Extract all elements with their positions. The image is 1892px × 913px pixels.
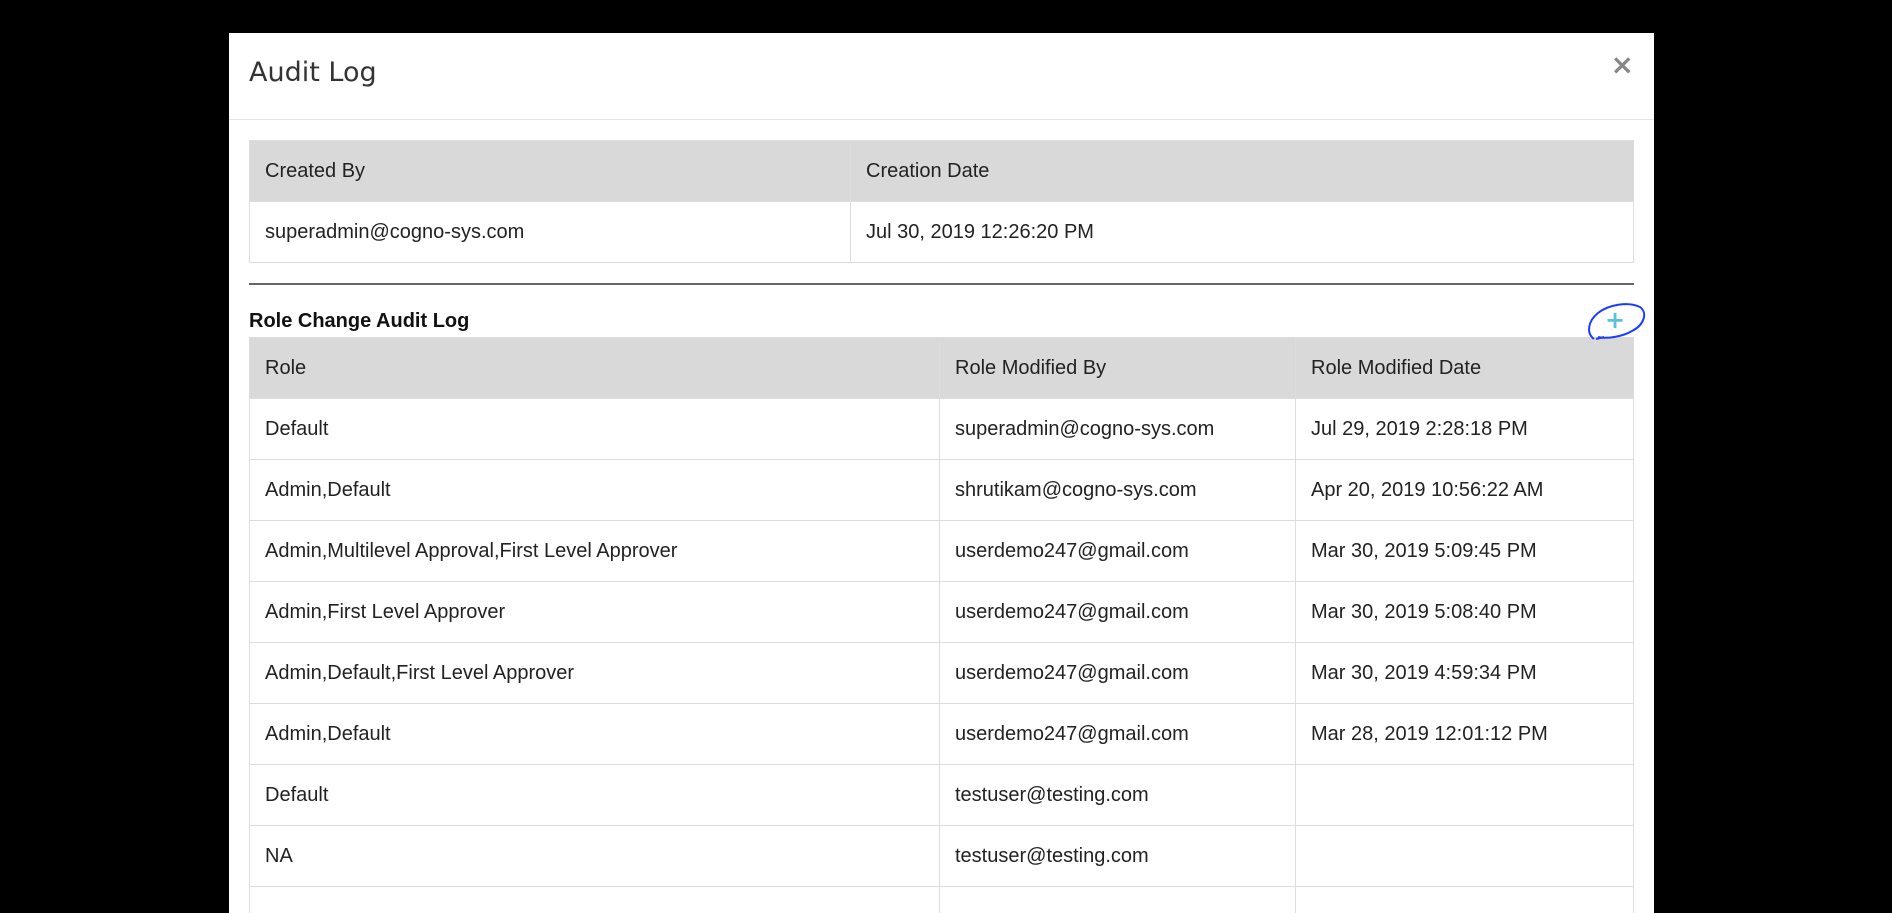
role-cell [250, 887, 940, 913]
creation-date-cell: Jul 30, 2019 12:26:20 PM [851, 202, 1634, 263]
modified-by-cell [940, 887, 1296, 913]
close-button[interactable]: × [1611, 51, 1634, 79]
role-cell: Admin,Default,First Level Approver [250, 643, 940, 704]
role-cell: Admin,First Level Approver [250, 582, 940, 643]
modified-by-cell: userdemo247@gmail.com [940, 521, 1296, 582]
plus-icon: + [1584, 299, 1648, 343]
modified-date-cell: Mar 30, 2019 5:09:45 PM [1296, 521, 1634, 582]
table-row [250, 887, 1634, 913]
modified-date-cell: Mar 30, 2019 5:08:40 PM [1296, 582, 1634, 643]
table-row: Admin,Default shrutikam@cogno-sys.com Ap… [250, 460, 1634, 521]
modified-by-cell: superadmin@cogno-sys.com [940, 399, 1296, 460]
plus-glyph: + [1605, 306, 1625, 334]
modified-by-cell: testuser@testing.com [940, 765, 1296, 826]
modified-by-cell: userdemo247@gmail.com [940, 643, 1296, 704]
role-cell: Default [250, 399, 940, 460]
creation-row: superadmin@cogno-sys.com Jul 30, 2019 12… [250, 202, 1634, 263]
modified-by-cell: testuser@testing.com [940, 826, 1296, 887]
role-log-header-row: Role Role Modified By Role Modified Date [250, 338, 1634, 399]
modal-title: Audit Log [249, 57, 377, 88]
column-header-role-modified-by: Role Modified By [940, 338, 1296, 399]
modified-by-cell: shrutikam@cogno-sys.com [940, 460, 1296, 521]
role-log-title: Role Change Audit Log [249, 310, 469, 333]
role-cell: NA [250, 826, 940, 887]
audit-log-modal: Audit Log × Created By Creation Date sup… [229, 33, 1654, 913]
modified-date-cell: Apr 20, 2019 10:56:22 AM [1296, 460, 1634, 521]
modified-date-cell: Mar 28, 2019 12:01:12 PM [1296, 704, 1634, 765]
column-header-created-by: Created By [250, 141, 851, 202]
table-row: Default testuser@testing.com [250, 765, 1634, 826]
table-row: Default superadmin@cogno-sys.com Jul 29,… [250, 399, 1634, 460]
modified-by-cell: userdemo247@gmail.com [940, 582, 1296, 643]
role-cell: Default [250, 765, 940, 826]
modal-body: Created By Creation Date superadmin@cogn… [229, 120, 1654, 913]
role-log-table: Role Role Modified By Role Modified Date… [249, 337, 1634, 913]
role-cell: Admin,Default [250, 460, 940, 521]
table-row: Admin,First Level Approver userdemo247@g… [250, 582, 1634, 643]
role-log-section-header: Role Change Audit Log + [249, 285, 1634, 337]
creation-table: Created By Creation Date superadmin@cogn… [249, 140, 1634, 263]
column-header-role-modified-date: Role Modified Date [1296, 338, 1634, 399]
table-row: Admin,Default userdemo247@gmail.com Mar … [250, 704, 1634, 765]
modal-header: Audit Log × [229, 33, 1654, 120]
modified-date-cell: Mar 30, 2019 4:59:34 PM [1296, 643, 1634, 704]
creation-header-row: Created By Creation Date [250, 141, 1634, 202]
modified-date-cell [1296, 887, 1634, 913]
modified-by-cell: userdemo247@gmail.com [940, 704, 1296, 765]
column-header-role: Role [250, 338, 940, 399]
role-cell: Admin,Multilevel Approval,First Level Ap… [250, 521, 940, 582]
modified-date-cell: Jul 29, 2019 2:28:18 PM [1296, 399, 1634, 460]
add-button[interactable]: + [1584, 299, 1648, 343]
table-row: NA testuser@testing.com [250, 826, 1634, 887]
column-header-creation-date: Creation Date [851, 141, 1634, 202]
table-row: Admin,Multilevel Approval,First Level Ap… [250, 521, 1634, 582]
table-row: Admin,Default,First Level Approver userd… [250, 643, 1634, 704]
modified-date-cell [1296, 826, 1634, 887]
role-cell: Admin,Default [250, 704, 940, 765]
created-by-cell: superadmin@cogno-sys.com [250, 202, 851, 263]
modified-date-cell [1296, 765, 1634, 826]
